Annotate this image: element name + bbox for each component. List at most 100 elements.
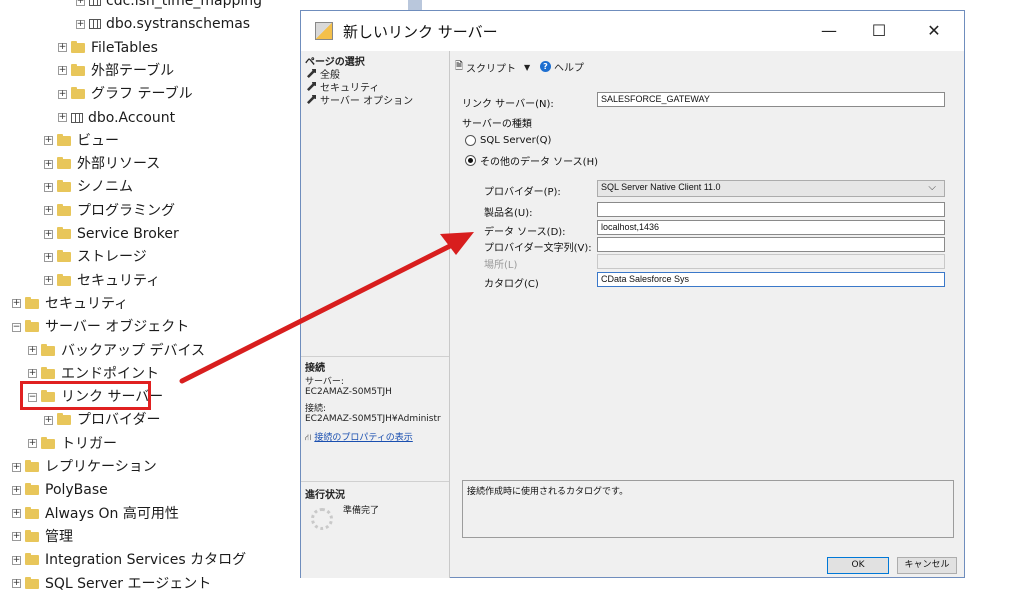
- page-server-options-label: サーバー オプション: [320, 96, 414, 107]
- tree-node[interactable]: + Service Broker: [44, 223, 179, 245]
- tree-node-label: セキュリティ: [77, 272, 161, 289]
- tree-node[interactable]: + cdc.lsn_time_mapping: [76, 0, 262, 12]
- sql-server-radio[interactable]: SQL Server(Q): [465, 135, 551, 146]
- server-value: EC2AMAZ-S0M5TJH: [305, 387, 392, 397]
- page-select-pane: ページの選択 全般 セキュリティ サーバー オプション 接続 サーバー: EC2…: [301, 51, 450, 578]
- linked-server-input[interactable]: SALESFORCE_GATEWAY: [597, 92, 945, 107]
- expand-icon[interactable]: +: [28, 369, 37, 379]
- tree-node[interactable]: + PolyBase: [12, 479, 108, 501]
- new-linked-server-dialog: 新しいリンク サーバー — ☐ ✕ ページの選択 全般 セキュリティ サーバー …: [300, 10, 965, 578]
- close-button[interactable]: ✕: [919, 19, 949, 43]
- expand-icon[interactable]: +: [12, 509, 21, 519]
- table-icon: [89, 19, 101, 30]
- expand-icon[interactable]: +: [44, 229, 53, 239]
- tree-node-label: バックアップ デバイス: [61, 342, 206, 359]
- tree-node[interactable]: + セキュリティ: [44, 270, 160, 292]
- expand-icon[interactable]: +: [44, 276, 53, 286]
- tree-node[interactable]: + シノニム: [44, 176, 133, 198]
- other-datasource-radio[interactable]: その他のデータ ソース(H): [465, 153, 598, 168]
- expand-icon[interactable]: +: [12, 462, 21, 472]
- expand-icon[interactable]: +: [58, 113, 67, 122]
- tree-node-label: グラフ テーブル: [91, 86, 193, 103]
- expand-icon[interactable]: +: [58, 43, 67, 53]
- maximize-button[interactable]: ☐: [864, 19, 894, 43]
- folder-icon: [25, 576, 39, 589]
- tree-node-label: トリガー: [61, 435, 117, 452]
- folder-icon: [25, 320, 39, 333]
- tree-node[interactable]: + セキュリティ: [12, 293, 128, 315]
- datasource-input[interactable]: localhost,1436: [597, 220, 945, 235]
- sql-server-radio-label: SQL Server(Q): [480, 135, 552, 146]
- script-button[interactable]: 🗎 スクリプト ▼: [455, 59, 530, 76]
- progress-header: 進行状況: [305, 490, 345, 501]
- page-server-options[interactable]: サーバー オプション: [307, 92, 413, 107]
- expand-icon[interactable]: +: [44, 252, 53, 262]
- title-bar[interactable]: 新しいリンク サーバー — ☐ ✕: [301, 11, 964, 51]
- radio-checked-icon: [465, 155, 476, 166]
- tree-node[interactable]: + バックアップ デバイス: [28, 340, 205, 362]
- connection-props-link[interactable]: ⛙ 接続のプロパティの表示: [305, 433, 413, 444]
- expand-icon[interactable]: +: [12, 485, 21, 495]
- expand-icon[interactable]: +: [12, 299, 21, 309]
- help-button[interactable]: ? ヘルプ: [540, 59, 584, 74]
- cancel-button[interactable]: キャンセル: [897, 557, 957, 574]
- tree-node[interactable]: + ストレージ: [44, 246, 147, 268]
- radio-unchecked-icon: [465, 135, 476, 146]
- catalog-input[interactable]: CData Salesforce Sys: [597, 272, 945, 287]
- provider-select[interactable]: SQL Server Native Client 11.0 ⌵: [597, 180, 945, 197]
- tree-node[interactable]: + 外部テーブル: [58, 60, 174, 82]
- catalog-label: カタログ(C): [484, 279, 539, 290]
- expand-icon[interactable]: +: [12, 579, 21, 588]
- tree-node-label: cdc.lsn_time_mapping: [106, 0, 263, 9]
- tree-node[interactable]: + プログラミング: [44, 200, 175, 222]
- expand-icon[interactable]: +: [76, 0, 85, 6]
- tree-node[interactable]: + dbo.systranschemas: [76, 13, 250, 35]
- product-input[interactable]: [597, 202, 945, 217]
- tree-node[interactable]: + dbo.Account: [58, 107, 175, 129]
- tree-node[interactable]: + トリガー: [28, 433, 117, 455]
- expand-icon[interactable]: +: [28, 439, 37, 449]
- tree-node[interactable]: + SQL Server エージェント: [12, 573, 211, 595]
- ok-button[interactable]: OK: [827, 557, 889, 574]
- folder-icon: [57, 273, 71, 286]
- folder-icon: [71, 63, 85, 76]
- tree-node[interactable]: + ビュー: [44, 130, 119, 152]
- tree-node-label: dbo.systranschemas: [106, 16, 251, 33]
- product-label: 製品名(U):: [484, 208, 533, 219]
- expand-icon[interactable]: +: [44, 136, 53, 146]
- expand-icon[interactable]: +: [58, 89, 67, 99]
- expand-icon[interactable]: +: [44, 415, 53, 425]
- server-type-label: サーバーの種類: [462, 119, 532, 130]
- expand-icon[interactable]: +: [12, 555, 21, 565]
- collapse-icon[interactable]: −: [12, 322, 21, 332]
- provider-label: プロバイダー(P):: [484, 187, 561, 198]
- tree-node[interactable]: + グラフ テーブル: [58, 83, 193, 105]
- tree-node[interactable]: + Always On 高可用性: [12, 503, 179, 525]
- expand-icon[interactable]: +: [12, 532, 21, 542]
- wrench-icon: [307, 69, 316, 78]
- minimize-button[interactable]: —: [814, 19, 844, 43]
- tree-node-label: ビュー: [77, 132, 119, 149]
- tree-node[interactable]: + FileTables: [58, 37, 158, 59]
- folder-icon: [41, 366, 55, 379]
- dialog-title: 新しいリンク サーバー: [343, 23, 498, 41]
- provider-string-input[interactable]: [597, 237, 945, 252]
- expand-icon[interactable]: +: [76, 19, 85, 29]
- tree-node-label: Always On 高可用性: [45, 505, 179, 522]
- tree-node-label: PolyBase: [45, 482, 108, 499]
- tree-node[interactable]: + レプリケーション: [12, 456, 157, 478]
- folder-icon: [57, 133, 71, 146]
- tree-node[interactable]: + プロバイダー: [44, 409, 160, 431]
- expand-icon[interactable]: +: [44, 159, 53, 169]
- tree-node[interactable]: − サーバー オブジェクト: [12, 316, 189, 338]
- tree-node-label: セキュリティ: [45, 295, 129, 312]
- expand-icon[interactable]: +: [58, 66, 67, 76]
- tree-node-label: サーバー オブジェクト: [45, 319, 190, 336]
- tree-node[interactable]: + 外部リソース: [44, 153, 160, 175]
- tree-node[interactable]: + Integration Services カタログ: [12, 549, 246, 571]
- expand-icon[interactable]: +: [44, 206, 53, 216]
- expand-icon[interactable]: +: [44, 182, 53, 192]
- tree-node[interactable]: + 管理: [12, 526, 73, 548]
- expand-icon[interactable]: +: [28, 346, 37, 355]
- tree-node-label: ストレージ: [77, 249, 147, 266]
